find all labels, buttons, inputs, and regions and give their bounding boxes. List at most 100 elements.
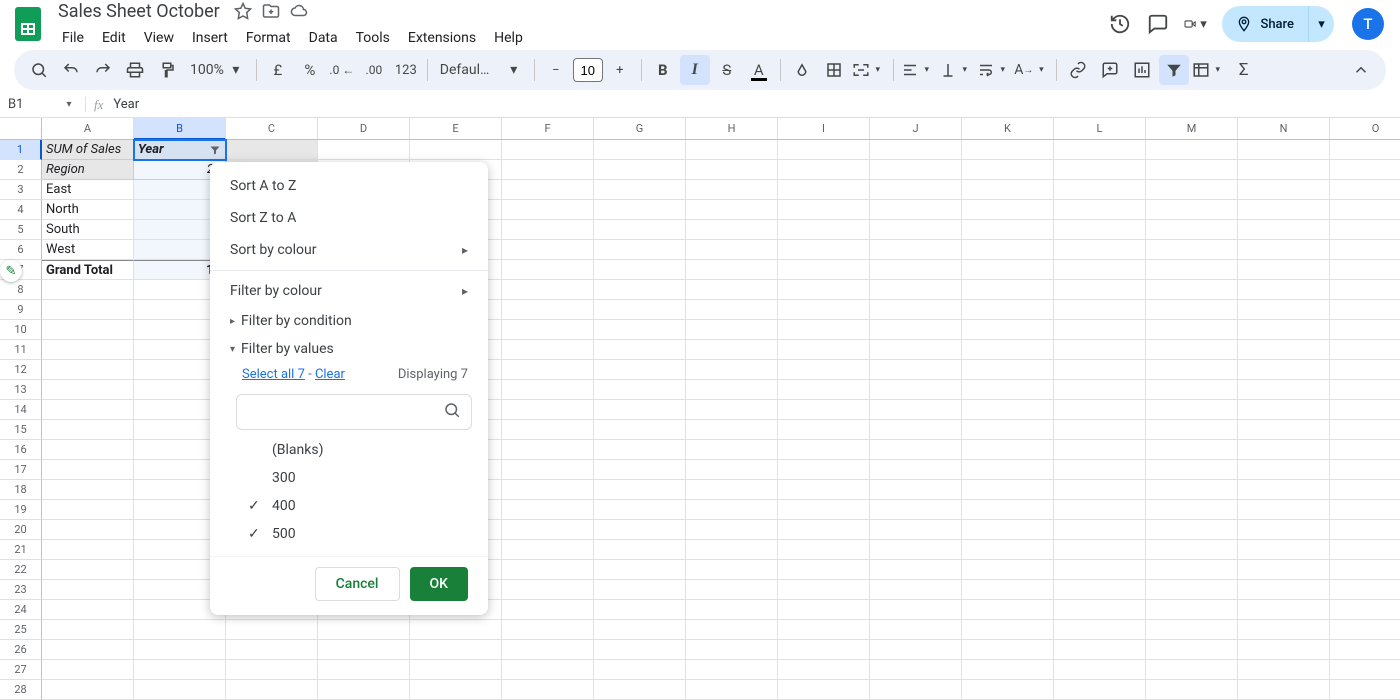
cell[interactable] [962, 560, 1054, 580]
cell[interactable] [594, 520, 686, 540]
meet-icon[interactable]: ▾ [1184, 12, 1208, 36]
cell[interactable]: Region [42, 160, 134, 180]
cell[interactable] [686, 680, 778, 700]
cell[interactable] [226, 140, 318, 160]
cell[interactable] [962, 360, 1054, 380]
cell[interactable] [778, 380, 870, 400]
cell[interactable] [502, 440, 594, 460]
cell[interactable] [1146, 280, 1238, 300]
cell[interactable] [318, 640, 410, 660]
cell[interactable] [686, 440, 778, 460]
cell[interactable] [686, 380, 778, 400]
cell[interactable] [870, 640, 962, 660]
column-header[interactable]: B [134, 118, 226, 140]
cell[interactable] [686, 160, 778, 180]
menu-tools[interactable]: Tools [348, 26, 398, 50]
cell[interactable] [962, 480, 1054, 500]
cell[interactable] [870, 260, 962, 280]
cell[interactable] [686, 280, 778, 300]
cell[interactable] [1146, 540, 1238, 560]
cell[interactable] [42, 300, 134, 320]
cell[interactable] [962, 160, 1054, 180]
cell[interactable] [1238, 180, 1330, 200]
row-header[interactable]: 4 [0, 200, 42, 220]
row-header[interactable]: 5 [0, 220, 42, 240]
row-header[interactable]: 19 [0, 500, 42, 520]
cell[interactable] [42, 600, 134, 620]
cell[interactable] [1146, 300, 1238, 320]
cell[interactable] [1146, 220, 1238, 240]
cell[interactable] [686, 300, 778, 320]
cell[interactable]: Grand Total [42, 260, 134, 280]
undo-icon[interactable] [56, 55, 86, 85]
borders-button[interactable] [819, 55, 849, 85]
cell[interactable] [778, 520, 870, 540]
cell[interactable] [42, 660, 134, 680]
share-button[interactable]: Share [1222, 6, 1308, 42]
cell[interactable] [1330, 280, 1400, 300]
cell[interactable] [870, 300, 962, 320]
cell[interactable] [594, 200, 686, 220]
cell[interactable] [42, 360, 134, 380]
cell[interactable] [1146, 460, 1238, 480]
row-header[interactable]: 24 [0, 600, 42, 620]
cell[interactable] [42, 400, 134, 420]
cell[interactable] [1146, 440, 1238, 460]
cell[interactable] [1238, 340, 1330, 360]
insert-chart-icon[interactable] [1127, 55, 1157, 85]
select-all-corner[interactable] [0, 118, 42, 140]
column-header[interactable]: K [962, 118, 1054, 139]
cell[interactable] [1146, 680, 1238, 700]
cell[interactable] [1054, 320, 1146, 340]
document-title[interactable]: Sales Sheet October [54, 0, 224, 24]
cell[interactable] [594, 380, 686, 400]
more-formats-button[interactable]: 123 [391, 55, 421, 85]
cell[interactable] [778, 360, 870, 380]
cell[interactable] [502, 600, 594, 620]
row-header[interactable]: 16 [0, 440, 42, 460]
menu-file[interactable]: File [54, 26, 92, 50]
cell[interactable] [410, 660, 502, 680]
row-header[interactable]: 28 [0, 680, 42, 700]
cell[interactable] [1330, 320, 1400, 340]
column-header[interactable]: A [42, 118, 134, 139]
cell[interactable] [1238, 660, 1330, 680]
cell[interactable] [1238, 260, 1330, 280]
cell[interactable] [1238, 220, 1330, 240]
cell[interactable] [1330, 680, 1400, 700]
filter-value-item[interactable]: (Blanks) [238, 436, 470, 464]
column-header[interactable]: D [318, 118, 410, 139]
cell[interactable] [962, 400, 1054, 420]
cell[interactable] [42, 340, 134, 360]
zoom-dropdown[interactable]: 100%▾ [184, 62, 250, 78]
cell[interactable] [1146, 180, 1238, 200]
menu-edit[interactable]: Edit [94, 26, 134, 50]
cell[interactable] [42, 320, 134, 340]
cell[interactable] [1054, 260, 1146, 280]
cell[interactable] [870, 380, 962, 400]
cell[interactable] [1146, 360, 1238, 380]
cell[interactable] [502, 200, 594, 220]
cell[interactable] [1330, 500, 1400, 520]
cell[interactable] [1330, 220, 1400, 240]
cell[interactable] [1146, 480, 1238, 500]
cell[interactable] [686, 580, 778, 600]
cell[interactable] [1238, 440, 1330, 460]
cell[interactable] [1330, 580, 1400, 600]
cell[interactable] [778, 620, 870, 640]
cell[interactable] [318, 680, 410, 700]
cell[interactable] [502, 500, 594, 520]
cell[interactable] [594, 560, 686, 580]
cell[interactable] [594, 320, 686, 340]
cell[interactable] [1054, 140, 1146, 160]
filter-search-input[interactable] [247, 404, 435, 420]
cell[interactable] [502, 620, 594, 640]
cell[interactable] [962, 580, 1054, 600]
cell[interactable] [502, 540, 594, 560]
cell[interactable] [42, 560, 134, 580]
clear-link[interactable]: Clear [315, 367, 345, 382]
cell[interactable] [410, 620, 502, 640]
merge-cells-button[interactable]: ▾ [851, 55, 887, 85]
increase-decimal-icon[interactable]: .00 [359, 55, 389, 85]
cell[interactable] [1146, 200, 1238, 220]
